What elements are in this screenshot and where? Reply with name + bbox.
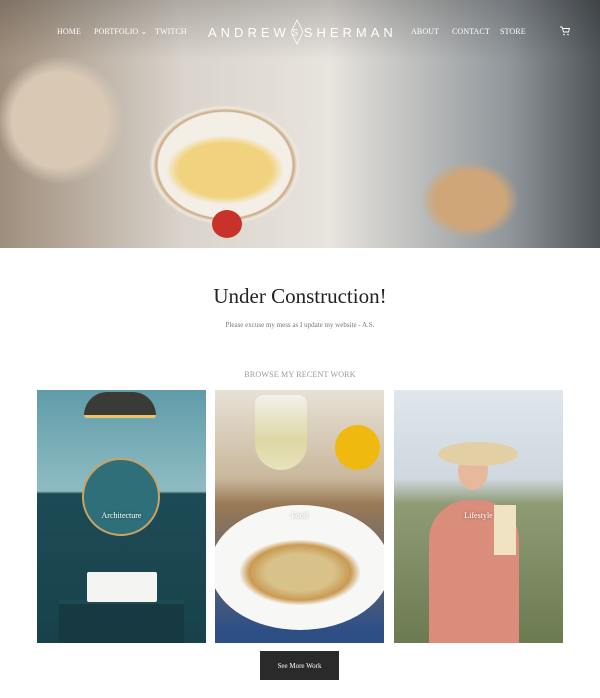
card-label: Architecture [101, 511, 142, 520]
cart-icon[interactable] [560, 26, 571, 36]
portfolio-card-architecture[interactable]: Architecture [37, 390, 206, 643]
pasta [165, 135, 285, 205]
browse-label: BROWSE MY RECENT WORK [244, 370, 356, 379]
nav-home[interactable]: HOME [57, 27, 81, 36]
nav-twitch[interactable]: TWITCH [155, 27, 187, 36]
nav-portfolio[interactable]: PORTFOLIO ⌄ [94, 27, 147, 36]
page-subtitle: Please excuse my mess as I update my web… [225, 321, 375, 329]
page-title: Under Construction! [213, 284, 387, 308]
portfolio-card-food[interactable]: Food [215, 390, 384, 643]
see-more-work-button[interactable]: See More Work [260, 651, 339, 680]
nav-contact[interactable]: CONTACT [452, 27, 490, 36]
nav-store[interactable]: STORE [500, 27, 526, 36]
svg-text:S: S [292, 28, 302, 38]
chevron-down-icon: ⌄ [138, 27, 148, 36]
tomato [212, 210, 242, 238]
logo[interactable]: ANDREW S SHERMAN [208, 16, 393, 48]
card-label: Lifestyle [464, 511, 493, 520]
logo-diamond-icon: S [290, 19, 304, 45]
portfolio-card-lifestyle[interactable]: Lifestyle [394, 390, 563, 643]
nav-about[interactable]: ABOUT [411, 27, 439, 36]
main-nav: HOME PORTFOLIO ⌄ TWITCH ANDREW S SHERMAN… [0, 0, 600, 62]
card-label: Food [291, 511, 308, 520]
